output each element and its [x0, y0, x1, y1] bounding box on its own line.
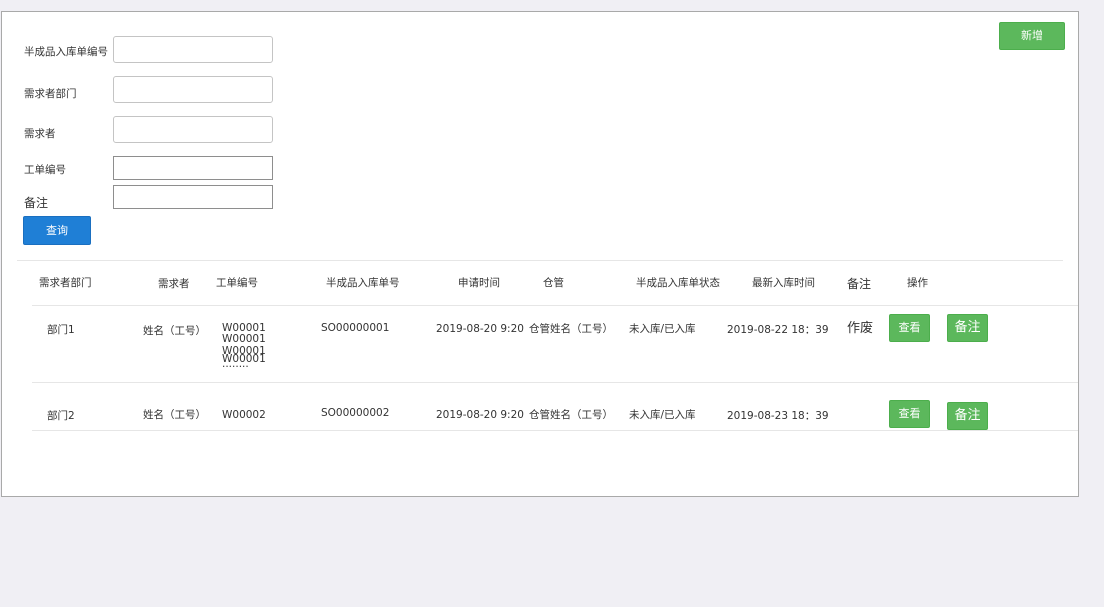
th-remark: 备注	[847, 277, 872, 291]
cell-dept: 部门2	[47, 410, 75, 422]
semi-no-label: 半成品入库单编号	[24, 46, 108, 58]
remark-button[interactable]: 备注	[947, 314, 988, 342]
remark-button[interactable]: 备注	[947, 402, 988, 430]
header-top-divider	[17, 260, 1063, 261]
requester-input[interactable]	[113, 116, 273, 143]
th-apply-time: 申请时间	[458, 277, 500, 289]
th-action: 操作	[907, 277, 928, 289]
workorder-input[interactable]	[113, 156, 273, 180]
workorder-label: 工单编号	[24, 164, 66, 176]
cell-apply-time: 2019-08-20 9:20	[436, 409, 524, 421]
th-semi-no: 半成品入库单号	[326, 277, 400, 289]
header-bottom-divider	[32, 305, 1078, 306]
view-button[interactable]: 查看	[889, 400, 930, 428]
workorder-code: W00001	[222, 333, 266, 345]
remark-label: 备注	[24, 196, 49, 210]
th-workorder: 工单编号	[216, 277, 258, 289]
cell-workorder: W00002	[222, 409, 266, 421]
remark-input[interactable]	[113, 185, 273, 209]
cell-requester: 姓名（工号）	[143, 325, 206, 337]
row-divider	[32, 382, 1078, 383]
view-button[interactable]: 查看	[889, 314, 930, 342]
cell-remark: 作废	[847, 321, 874, 336]
cell-dept: 部门1	[47, 324, 75, 336]
cell-semi-no: SO00000002	[321, 407, 390, 419]
cell-semi-no: SO00000001	[321, 322, 390, 334]
th-latest-time: 最新入库时间	[752, 277, 815, 289]
cell-requester: 姓名（工号）	[143, 409, 206, 421]
cell-warehouse: 仓管姓名（工号）	[529, 409, 613, 421]
dept-input[interactable]	[113, 76, 273, 103]
th-requester: 需求者	[158, 278, 190, 290]
cell-latest-time: 2019-08-22 18：39	[727, 324, 829, 336]
th-status: 半成品入库单状态	[636, 277, 720, 289]
cell-status: 未入库/已入库	[629, 323, 696, 335]
semi-no-input[interactable]	[113, 36, 273, 63]
cell-warehouse: 仓管姓名（工号）	[529, 323, 613, 335]
main-panel: 新增 半成品入库单编号 需求者部门 需求者 工单编号 备注 查询 需求者部门 需…	[1, 11, 1079, 497]
cell-latest-time: 2019-08-23 18：39	[727, 410, 829, 422]
th-dept: 需求者部门	[39, 277, 92, 289]
query-button[interactable]: 查询	[23, 216, 91, 245]
cell-apply-time: 2019-08-20 9:20	[436, 323, 524, 335]
cell-status: 未入库/已入库	[629, 409, 696, 421]
add-button[interactable]: 新增	[999, 22, 1065, 50]
dept-label: 需求者部门	[24, 88, 77, 100]
requester-label: 需求者	[24, 128, 56, 140]
cell-workorders: W00001 W00001 W00001 W00001 ········	[222, 323, 282, 379]
row-divider	[32, 430, 1078, 431]
th-warehouse: 仓管	[543, 277, 564, 289]
